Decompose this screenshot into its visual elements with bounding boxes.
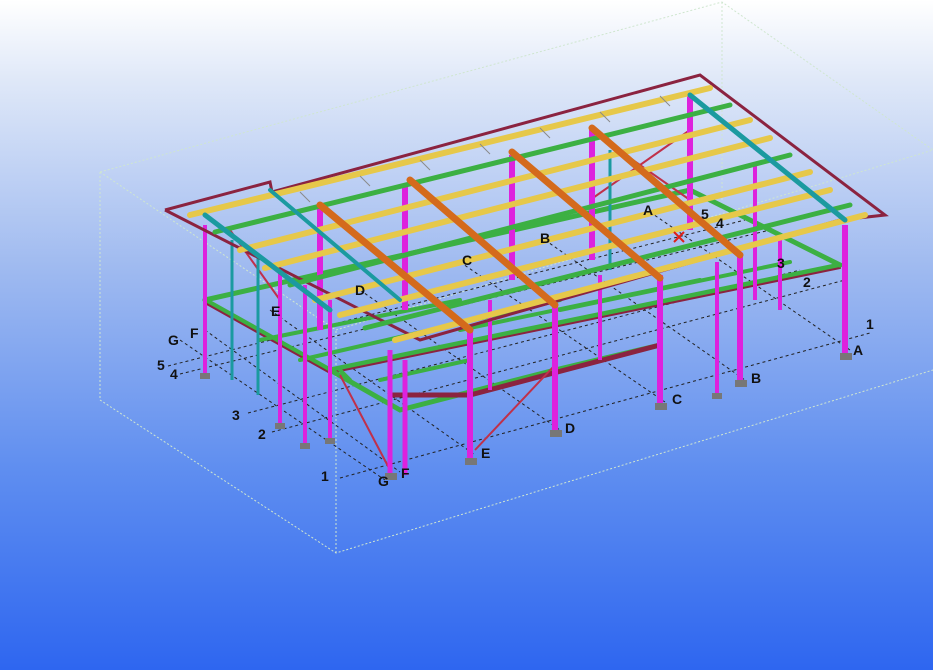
bbox-back-top — [99, 1, 933, 173]
selection-marker — [673, 231, 685, 243]
base-plate — [712, 393, 722, 399]
base-plate — [275, 423, 285, 429]
grid-label-top-A: A — [643, 202, 653, 218]
base-plate — [300, 443, 310, 449]
cross-beam-1 — [258, 298, 462, 342]
roof-tick — [419, 159, 431, 171]
roof-tick — [359, 175, 371, 187]
grid-label-front-A: A — [853, 342, 863, 358]
base-plate — [735, 380, 747, 387]
cross-beam-5 — [378, 358, 472, 382]
grid-label-right-2: 2 — [803, 274, 811, 290]
base-plate — [465, 458, 477, 465]
grid-label-top-C: C — [462, 252, 472, 268]
grid-label-left-G: G — [168, 332, 179, 348]
grid-label-left-1: 1 — [321, 468, 329, 484]
grid-label-left-F: F — [190, 325, 199, 341]
grid-label-front-C: C — [672, 391, 682, 407]
base-plate — [325, 438, 335, 444]
base-plate — [840, 353, 852, 360]
ground-gridlines — [167, 211, 871, 481]
base-plate — [200, 373, 210, 379]
grid-label-front-D: D — [565, 420, 575, 436]
grid-label-front-B: B — [751, 370, 761, 386]
base-plate — [550, 430, 562, 437]
grid-label-left-5: 5 — [157, 357, 165, 373]
grid-label-right-4: 4 — [716, 215, 724, 231]
grid-label-front-F: F — [401, 465, 410, 481]
structural-model-3d-view[interactable]: G F E D C B A 1 2 3 4 5 G F 1 2 3 4 5 A … — [0, 0, 933, 670]
roof-tick — [299, 191, 311, 203]
base-plate — [655, 403, 667, 410]
grid-label-left-3: 3 — [232, 407, 240, 423]
grid-label-front-E: E — [481, 445, 490, 461]
lower-frame-front — [327, 342, 663, 413]
grid-label-right-3: 3 — [777, 255, 785, 271]
grid-label-top-D: D — [355, 282, 365, 298]
roof-edge-outline — [164, 73, 889, 342]
grid-label-top-E: E — [271, 303, 280, 319]
gridline-F — [204, 329, 401, 473]
grid-label-right-1: 1 — [866, 316, 874, 332]
roof-members — [187, 85, 868, 343]
grid-label-front-G: G — [378, 473, 389, 489]
grid-label-left-2: 2 — [258, 426, 266, 442]
grid-label-top-B: B — [540, 230, 550, 246]
model-viewport[interactable]: G F E D C B A 1 2 3 4 5 G F 1 2 3 4 5 A … — [0, 0, 933, 670]
bbox-bottom — [99, 369, 933, 554]
grid-label-right-5: 5 — [701, 206, 709, 222]
roof-edges — [164, 73, 889, 342]
grid-label-left-4: 4 — [170, 366, 178, 382]
